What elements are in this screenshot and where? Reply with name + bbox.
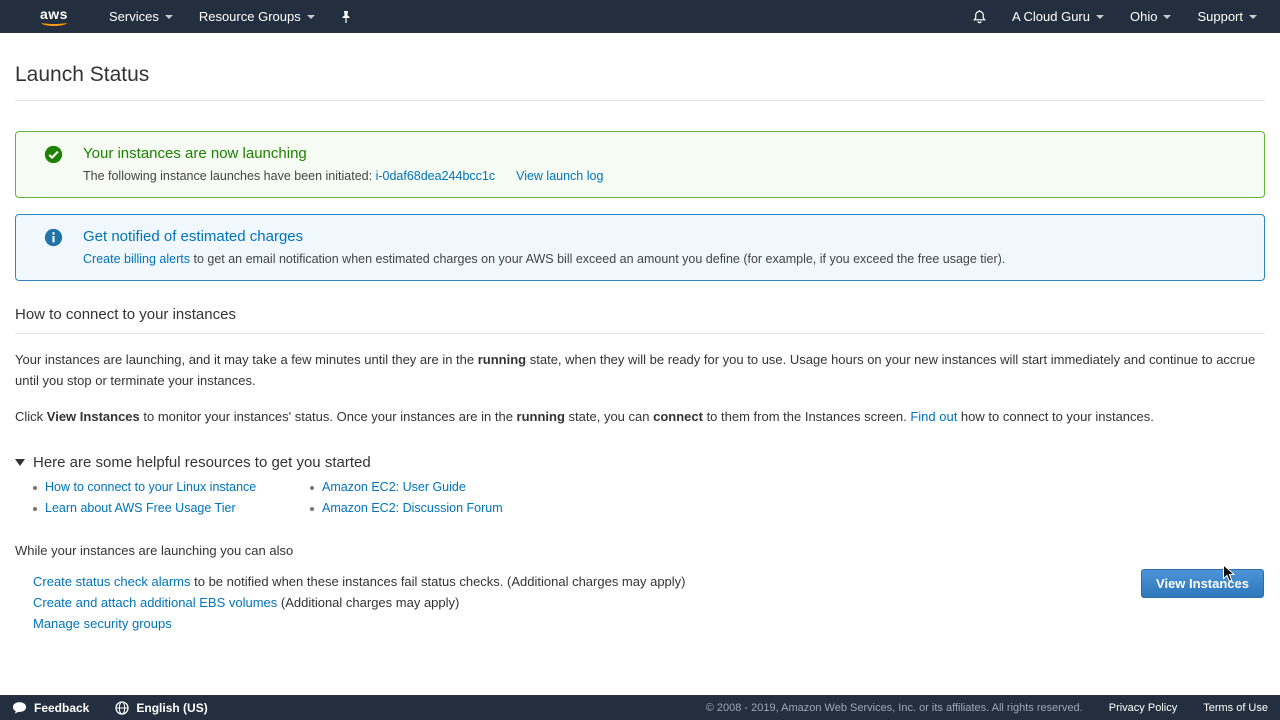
title-divider <box>15 100 1265 101</box>
footer-right: © 2008 - 2019, Amazon Web Services, Inc.… <box>706 702 1268 714</box>
p2-bold-connect: connect <box>653 409 703 424</box>
section-divider <box>15 333 1265 334</box>
top-nav-right: A Cloud Guru Ohio Support <box>960 0 1270 33</box>
success-body-text: The following instance launches have bee… <box>83 169 376 183</box>
language-selector[interactable]: English (US) <box>115 701 207 715</box>
pushpin-icon <box>340 10 352 24</box>
services-menu-label: Services <box>109 9 159 24</box>
globe-icon <box>115 701 129 715</box>
instance-id-link[interactable]: i-0daf68dea244bcc1c <box>376 169 496 183</box>
p1-bold-running: running <box>478 352 526 367</box>
copyright-text: © 2008 - 2019, Amazon Web Services, Inc.… <box>706 702 1083 714</box>
p2-text: Click <box>15 409 47 424</box>
bullet-icon <box>310 486 314 490</box>
feedback-bubble-icon <box>12 701 27 715</box>
list-item: Amazon EC2: Discussion Forum <box>310 502 1265 515</box>
top-navigation-bar: aws Services Resource Groups A Cloud Gur… <box>0 0 1280 33</box>
p2-bold-view-instances: View Instances <box>47 409 140 424</box>
page-title: Launch Status <box>15 63 1265 87</box>
bullet-icon <box>33 486 37 490</box>
account-menu[interactable]: A Cloud Guru <box>999 0 1117 33</box>
footer-bar: Feedback English (US) © 2008 - 2019, Ama… <box>0 695 1280 720</box>
p1-text: Your instances are launching, and it may… <box>15 352 478 367</box>
bell-icon <box>972 9 987 25</box>
list-item: Create and attach additional EBS volumes… <box>33 592 1265 613</box>
footer-left: Feedback English (US) <box>12 701 208 715</box>
p2-text: to them from the Instances screen. <box>703 409 910 424</box>
region-menu-label: Ohio <box>1130 9 1157 24</box>
resource-groups-menu-label: Resource Groups <box>199 9 301 24</box>
view-instances-button[interactable]: View Instances <box>1141 569 1264 598</box>
chevron-down-icon <box>1249 15 1257 19</box>
p2-text: how to connect to your instances. <box>957 409 1154 424</box>
success-check-icon <box>44 145 63 164</box>
chevron-down-icon <box>165 15 173 19</box>
find-out-link[interactable]: Find out <box>910 409 957 424</box>
chevron-down-icon <box>1096 15 1104 19</box>
while-launching-intro: While your instances are launching you c… <box>15 543 1265 558</box>
p2-text: state, you can <box>565 409 653 424</box>
manage-security-groups-link[interactable]: Manage security groups <box>33 616 172 631</box>
resource-link-discussion-forum[interactable]: Amazon EC2: Discussion Forum <box>322 502 503 515</box>
resources-link-grid: How to connect to your Linux instance Am… <box>33 481 1265 515</box>
while-launching-actions: Create status check alarms to be notifie… <box>33 571 1265 634</box>
info-alert-body: Create billing alerts to get an email no… <box>83 252 1005 266</box>
launch-success-alert: Your instances are now launching The fol… <box>15 131 1265 198</box>
connect-paragraph-2: Click View Instances to monitor your ins… <box>15 406 1265 427</box>
view-launch-log-link[interactable]: View launch log <box>516 169 603 183</box>
region-menu[interactable]: Ohio <box>1117 0 1184 33</box>
success-alert-content: Your instances are now launching The fol… <box>83 144 603 183</box>
chevron-down-icon <box>1163 15 1171 19</box>
resources-heading-label: Here are some helpful resources to get y… <box>33 454 371 471</box>
success-alert-title: Your instances are now launching <box>83 144 603 164</box>
info-body-text: to get an email notification when estima… <box>190 252 1005 266</box>
feedback-label: Feedback <box>34 701 89 715</box>
aws-logo[interactable]: aws <box>40 8 68 26</box>
connect-paragraph-1: Your instances are launching, and it may… <box>15 349 1265 391</box>
support-menu-label: Support <box>1197 9 1243 24</box>
action-item-text: to be notified when these instances fail… <box>191 574 686 589</box>
connect-section-heading: How to connect to your instances <box>15 306 1265 323</box>
p2-text: to monitor your instances' status. Once … <box>140 409 517 424</box>
create-ebs-volumes-link[interactable]: Create and attach additional EBS volumes <box>33 595 277 610</box>
create-status-check-alarms-link[interactable]: Create status check alarms <box>33 574 191 589</box>
list-item: Create status check alarms to be notifie… <box>33 571 1265 592</box>
aws-smile-icon <box>41 19 67 26</box>
resource-link-linux-instance[interactable]: How to connect to your Linux instance <box>45 481 256 494</box>
collapse-caret-icon <box>15 459 25 466</box>
resources-collapse-header[interactable]: Here are some helpful resources to get y… <box>15 454 1265 471</box>
resource-link-user-guide[interactable]: Amazon EC2: User Guide <box>322 481 466 494</box>
resource-groups-menu[interactable]: Resource Groups <box>186 0 328 33</box>
account-menu-label: A Cloud Guru <box>1012 9 1090 24</box>
success-alert-body: The following instance launches have bee… <box>83 169 603 183</box>
notifications-button[interactable] <box>960 0 999 33</box>
list-item: Manage security groups <box>33 613 1265 634</box>
action-item-text: (Additional charges may apply) <box>277 595 459 610</box>
info-alert-title: Get notified of estimated charges <box>83 227 1005 247</box>
create-billing-alerts-link[interactable]: Create billing alerts <box>83 252 190 266</box>
page-content: Launch Status Your instances are now lau… <box>0 63 1280 634</box>
language-label: English (US) <box>136 701 207 715</box>
info-alert-content: Get notified of estimated charges Create… <box>83 227 1005 266</box>
billing-info-alert: Get notified of estimated charges Create… <box>15 214 1265 281</box>
list-item: Learn about AWS Free Usage Tier <box>33 502 310 515</box>
feedback-button[interactable]: Feedback <box>12 701 89 715</box>
resource-link-free-tier[interactable]: Learn about AWS Free Usage Tier <box>45 502 236 515</box>
info-icon <box>44 228 63 247</box>
terms-of-use-link[interactable]: Terms of Use <box>1203 702 1268 714</box>
services-menu[interactable]: Services <box>96 0 186 33</box>
chevron-down-icon <box>307 15 315 19</box>
pin-shortcut-button[interactable] <box>328 0 364 33</box>
privacy-policy-link[interactable]: Privacy Policy <box>1109 702 1177 714</box>
list-item: Amazon EC2: User Guide <box>310 481 1265 494</box>
bullet-icon <box>33 507 37 511</box>
aws-logo-text: aws <box>40 8 68 20</box>
p2-bold-running: running <box>517 409 565 424</box>
list-item: How to connect to your Linux instance <box>33 481 310 494</box>
bullet-icon <box>310 507 314 511</box>
support-menu[interactable]: Support <box>1184 0 1270 33</box>
